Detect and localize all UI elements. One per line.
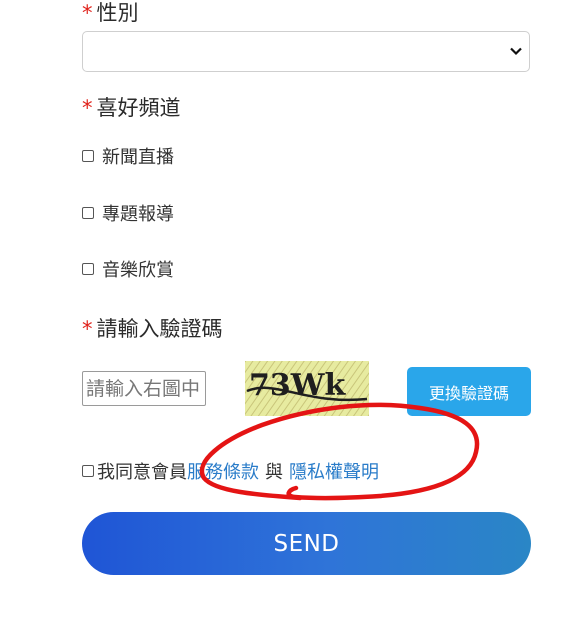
chevron-down-icon [510,47,522,56]
privacy-link[interactable]: 隱私權聲明 [289,458,379,484]
channels-label-text: 喜好頻道 [96,96,181,120]
gender-select[interactable] [82,31,530,72]
required-mark: * [82,96,93,120]
refresh-captcha-button[interactable]: 更換驗證碼 [407,367,531,416]
captcha-label-text: 請輸入驗證碼 [96,317,223,341]
gender-label-text: 性別 [96,1,139,25]
channel-option-label: 新聞直播 [102,147,174,168]
captcha-input[interactable] [82,371,206,406]
agreement-text: 我同意會員 [97,462,187,483]
agreement-checkbox-row[interactable]: 我同意會員 服務條款 與 隱私權聲明 [82,458,379,484]
channel-option-label: 音樂欣賞 [102,260,174,281]
checkbox[interactable] [82,207,94,219]
required-mark: * [82,1,93,25]
agreement-checkbox[interactable] [82,465,94,477]
channels-label: * 喜好頻道 [82,92,181,122]
checkbox[interactable] [82,263,94,275]
agreement-conjunction: 與 [265,462,283,483]
captcha-label: * 請輸入驗證碼 [82,313,223,343]
refresh-captcha-label: 更換驗證碼 [428,383,509,403]
captcha-text: 73Wk [249,368,346,403]
channel-option-label: 專題報導 [102,204,174,225]
checkbox[interactable] [82,150,94,162]
required-mark: * [82,317,93,341]
gender-label: * 性別 [82,0,139,27]
channel-option-feature-reports[interactable]: 專題報導 [82,200,174,226]
terms-link[interactable]: 服務條款 [187,458,259,484]
channel-option-news-live[interactable]: 新聞直播 [82,143,174,169]
send-button[interactable]: SEND [82,512,531,575]
captcha-image: 73Wk [245,361,369,416]
send-button-label: SEND [273,530,340,557]
channel-option-music[interactable]: 音樂欣賞 [82,256,174,282]
